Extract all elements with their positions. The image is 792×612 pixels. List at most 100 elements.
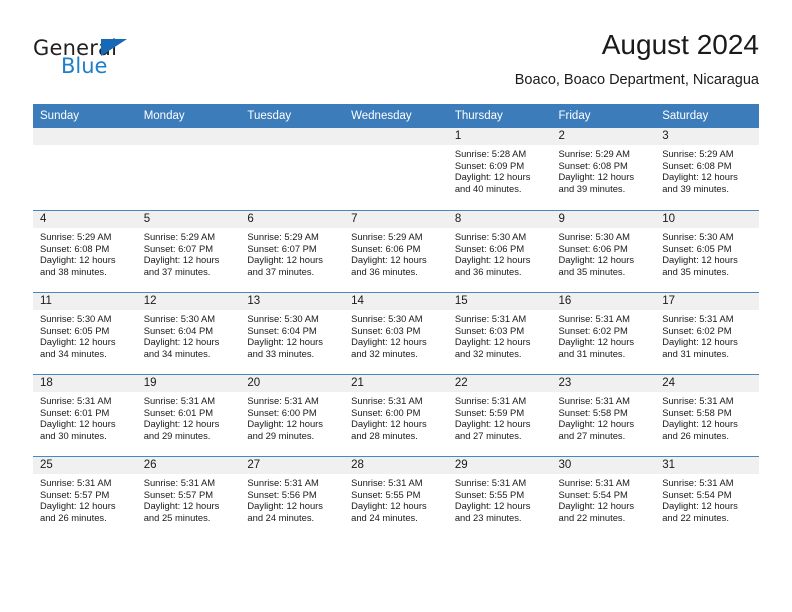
daylight-duration-line2: and 39 minutes. [558,182,626,194]
day-number: 6 [240,211,345,228]
calendar-cell: 28 Sunrise: 5:31 AM Sunset: 5:55 PM Dayligh… [344,456,448,538]
sunset-time: Sunset: 6:03 PM [351,324,421,336]
daylight-duration-line1: Daylight: 12 hours [662,418,738,430]
day-details: Sunrise: 5:29 AM Sunset: 6:07 PM Daylight:… [137,228,241,277]
sunset-time: Sunset: 6:06 PM [558,242,628,254]
calendar-cell: 10 Sunrise: 5:30 AM Sunset: 6:05 PM Dayligh… [655,210,759,292]
calendar-day[interactable]: 19 Sunrise: 5:31 AM Sunset: 6:01 PM Dayligh… [136,374,241,456]
calendar-day[interactable]: 14 Sunrise: 5:30 AM Sunset: 6:03 PM Dayligh… [344,292,448,374]
calendar-cell: 8 Sunrise: 5:30 AM Sunset: 6:06 PM Daylight… [447,210,552,292]
calendar-day[interactable]: 5 Sunrise: 5:29 AM Sunset: 6:07 PM Daylight… [136,210,241,292]
day-number: 8 [447,211,552,228]
day-details: Sunrise: 5:30 AM Sunset: 6:06 PM Daylight:… [448,228,552,277]
daylight-duration-line1: Daylight: 12 hours [662,254,738,266]
calendar-week-row: 11 Sunrise: 5:30 AM Sunset: 6:05 PM Dayligh… [33,292,759,374]
calendar-day[interactable]: 16 Sunrise: 5:31 AM Sunset: 6:02 PM Dayligh… [551,292,656,374]
daylight-duration-line2: and 27 minutes. [454,429,522,441]
calendar-day[interactable]: 21 Sunrise: 5:31 AM Sunset: 6:00 PM Dayligh… [344,374,448,456]
calendar-day[interactable]: 7 Sunrise: 5:29 AM Sunset: 6:06 PM Daylight… [344,210,448,292]
sunset-time: Sunset: 6:07 PM [143,242,214,254]
daylight-duration-line1: Daylight: 12 hours [143,500,220,512]
sunset-time: Sunset: 6:08 PM [662,159,732,171]
calendar-day[interactable]: 29 Sunrise: 5:31 AM Sunset: 5:55 PM Dayligh… [447,456,552,538]
calendar-day[interactable]: 17 Sunrise: 5:31 AM Sunset: 6:02 PM Dayligh… [655,292,759,374]
calendar-day[interactable]: 26 Sunrise: 5:31 AM Sunset: 5:57 PM Dayligh… [136,456,241,538]
day-number: 19 [136,375,241,392]
calendar-day[interactable]: 10 Sunrise: 5:30 AM Sunset: 6:05 PM Dayligh… [655,210,759,292]
daylight-duration-line2: and 39 minutes. [662,182,729,194]
weekday-header-saturday: Saturday [655,104,759,128]
daylight-duration-line2: and 28 minutes. [351,429,418,441]
daylight-duration-line2: and 38 minutes. [40,265,107,277]
calendar-day[interactable]: 1 Sunrise: 5:28 AM Sunset: 6:09 PM Daylight… [447,128,552,210]
calendar-day[interactable]: 27 Sunrise: 5:31 AM Sunset: 5:56 PM Dayligh… [240,456,345,538]
daylight-duration-line2: and 32 minutes. [454,347,522,359]
calendar-day-empty [33,128,137,210]
weekday-header-sunday: Sunday [33,104,137,128]
calendar-day[interactable]: 18 Sunrise: 5:31 AM Sunset: 6:01 PM Dayligh… [33,374,137,456]
day-number: 25 [33,457,137,474]
daylight-duration-line1: Daylight: 12 hours [143,336,220,348]
calendar-week-row: 1 Sunrise: 5:28 AM Sunset: 6:09 PM Daylight… [33,128,759,210]
day-details: Sunrise: 5:31 AM Sunset: 5:54 PM Daylight:… [552,474,656,523]
sunset-time: Sunset: 5:56 PM [247,488,317,500]
day-number: 23 [551,375,656,392]
daylight-duration-line1: Daylight: 12 hours [247,254,323,266]
calendar-day[interactable]: 9 Sunrise: 5:30 AM Sunset: 6:06 PM Daylight… [551,210,656,292]
calendar-day[interactable]: 24 Sunrise: 5:31 AM Sunset: 5:58 PM Dayligh… [655,374,759,456]
calendar-day[interactable]: 6 Sunrise: 5:29 AM Sunset: 6:07 PM Daylight… [240,210,345,292]
calendar-day[interactable]: 12 Sunrise: 5:30 AM Sunset: 6:04 PM Dayligh… [136,292,241,374]
day-details: Sunrise: 5:30 AM Sunset: 6:04 PM Daylight:… [240,310,344,359]
calendar-cell: 7 Sunrise: 5:29 AM Sunset: 6:06 PM Daylight… [344,210,448,292]
calendar-day[interactable]: 22 Sunrise: 5:31 AM Sunset: 5:59 PM Dayligh… [447,374,552,456]
general-blue-logo[interactable]: General Blue [33,36,233,86]
day-details: Sunrise: 5:31 AM Sunset: 5:59 PM Daylight:… [448,392,552,441]
sunset-time: Sunset: 6:04 PM [247,324,317,336]
calendar-day[interactable]: 31 Sunrise: 5:31 AM Sunset: 5:54 PM Dayligh… [655,456,759,538]
calendar-day[interactable]: 20 Sunrise: 5:31 AM Sunset: 6:00 PM Dayligh… [240,374,345,456]
day-number: 18 [33,375,137,392]
sunrise-time: Sunrise: 5:31 AM [558,477,630,488]
daylight-duration-line1: Daylight: 12 hours [558,336,635,348]
day-details: Sunrise: 5:31 AM Sunset: 5:55 PM Daylight:… [448,474,552,523]
sunrise-time: Sunrise: 5:31 AM [143,395,216,406]
calendar-day[interactable]: 3 Sunrise: 5:29 AM Sunset: 6:08 PM Daylight… [655,128,759,210]
day-number: 16 [551,293,656,310]
calendar-day[interactable]: 8 Sunrise: 5:30 AM Sunset: 6:06 PM Daylight… [447,210,552,292]
day-details: Sunrise: 5:29 AM Sunset: 6:07 PM Daylight:… [240,228,344,277]
sunrise-time: Sunrise: 5:31 AM [40,395,112,406]
daylight-duration-line1: Daylight: 12 hours [351,336,427,348]
calendar-day[interactable]: 4 Sunrise: 5:29 AM Sunset: 6:08 PM Daylight… [33,210,137,292]
calendar-day-empty [240,128,345,210]
day-details: Sunrise: 5:29 AM Sunset: 6:06 PM Daylight:… [344,228,448,277]
day-number: 14 [344,293,448,310]
calendar-day[interactable]: 13 Sunrise: 5:30 AM Sunset: 6:04 PM Dayligh… [240,292,345,374]
sunrise-time: Sunrise: 5:30 AM [40,313,112,324]
calendar-body: 1 Sunrise: 5:28 AM Sunset: 6:09 PM Daylight… [33,128,759,538]
sunset-time: Sunset: 6:02 PM [558,324,628,336]
day-details: Sunrise: 5:30 AM Sunset: 6:05 PM Daylight:… [655,228,759,277]
calendar-cell: 6 Sunrise: 5:29 AM Sunset: 6:07 PM Daylight… [240,210,345,292]
daylight-duration-line1: Daylight: 12 hours [143,254,220,266]
calendar-day[interactable]: 11 Sunrise: 5:30 AM Sunset: 6:05 PM Dayligh… [33,292,137,374]
calendar-cell: 4 Sunrise: 5:29 AM Sunset: 6:08 PM Daylight… [33,210,137,292]
day-number: 2 [551,128,656,145]
daylight-duration-line2: and 31 minutes. [558,347,626,359]
calendar-cell: 9 Sunrise: 5:30 AM Sunset: 6:06 PM Daylight… [551,210,656,292]
calendar-cell: 12 Sunrise: 5:30 AM Sunset: 6:04 PM Dayligh… [136,292,241,374]
calendar-day[interactable]: 23 Sunrise: 5:31 AM Sunset: 5:58 PM Dayligh… [551,374,656,456]
calendar-day[interactable]: 30 Sunrise: 5:31 AM Sunset: 5:54 PM Dayligh… [551,456,656,538]
sunrise-time: Sunrise: 5:31 AM [662,395,734,406]
day-number: 15 [447,293,552,310]
day-details: Sunrise: 5:31 AM Sunset: 6:00 PM Daylight:… [344,392,448,441]
day-number: 13 [240,293,345,310]
day-details: Sunrise: 5:31 AM Sunset: 6:02 PM Daylight:… [655,310,759,359]
calendar-day[interactable]: 28 Sunrise: 5:31 AM Sunset: 5:55 PM Dayligh… [344,456,448,538]
sunrise-time: Sunrise: 5:30 AM [351,313,423,324]
daylight-duration-line2: and 23 minutes. [454,511,522,523]
calendar-week-row: 18 Sunrise: 5:31 AM Sunset: 6:01 PM Dayligh… [33,374,759,456]
calendar-day[interactable]: 25 Sunrise: 5:31 AM Sunset: 5:57 PM Dayligh… [33,456,137,538]
sunset-time: Sunset: 5:54 PM [558,488,628,500]
calendar-day[interactable]: 15 Sunrise: 5:31 AM Sunset: 6:03 PM Dayligh… [447,292,552,374]
calendar-day[interactable]: 2 Sunrise: 5:29 AM Sunset: 6:08 PM Daylight… [551,128,656,210]
